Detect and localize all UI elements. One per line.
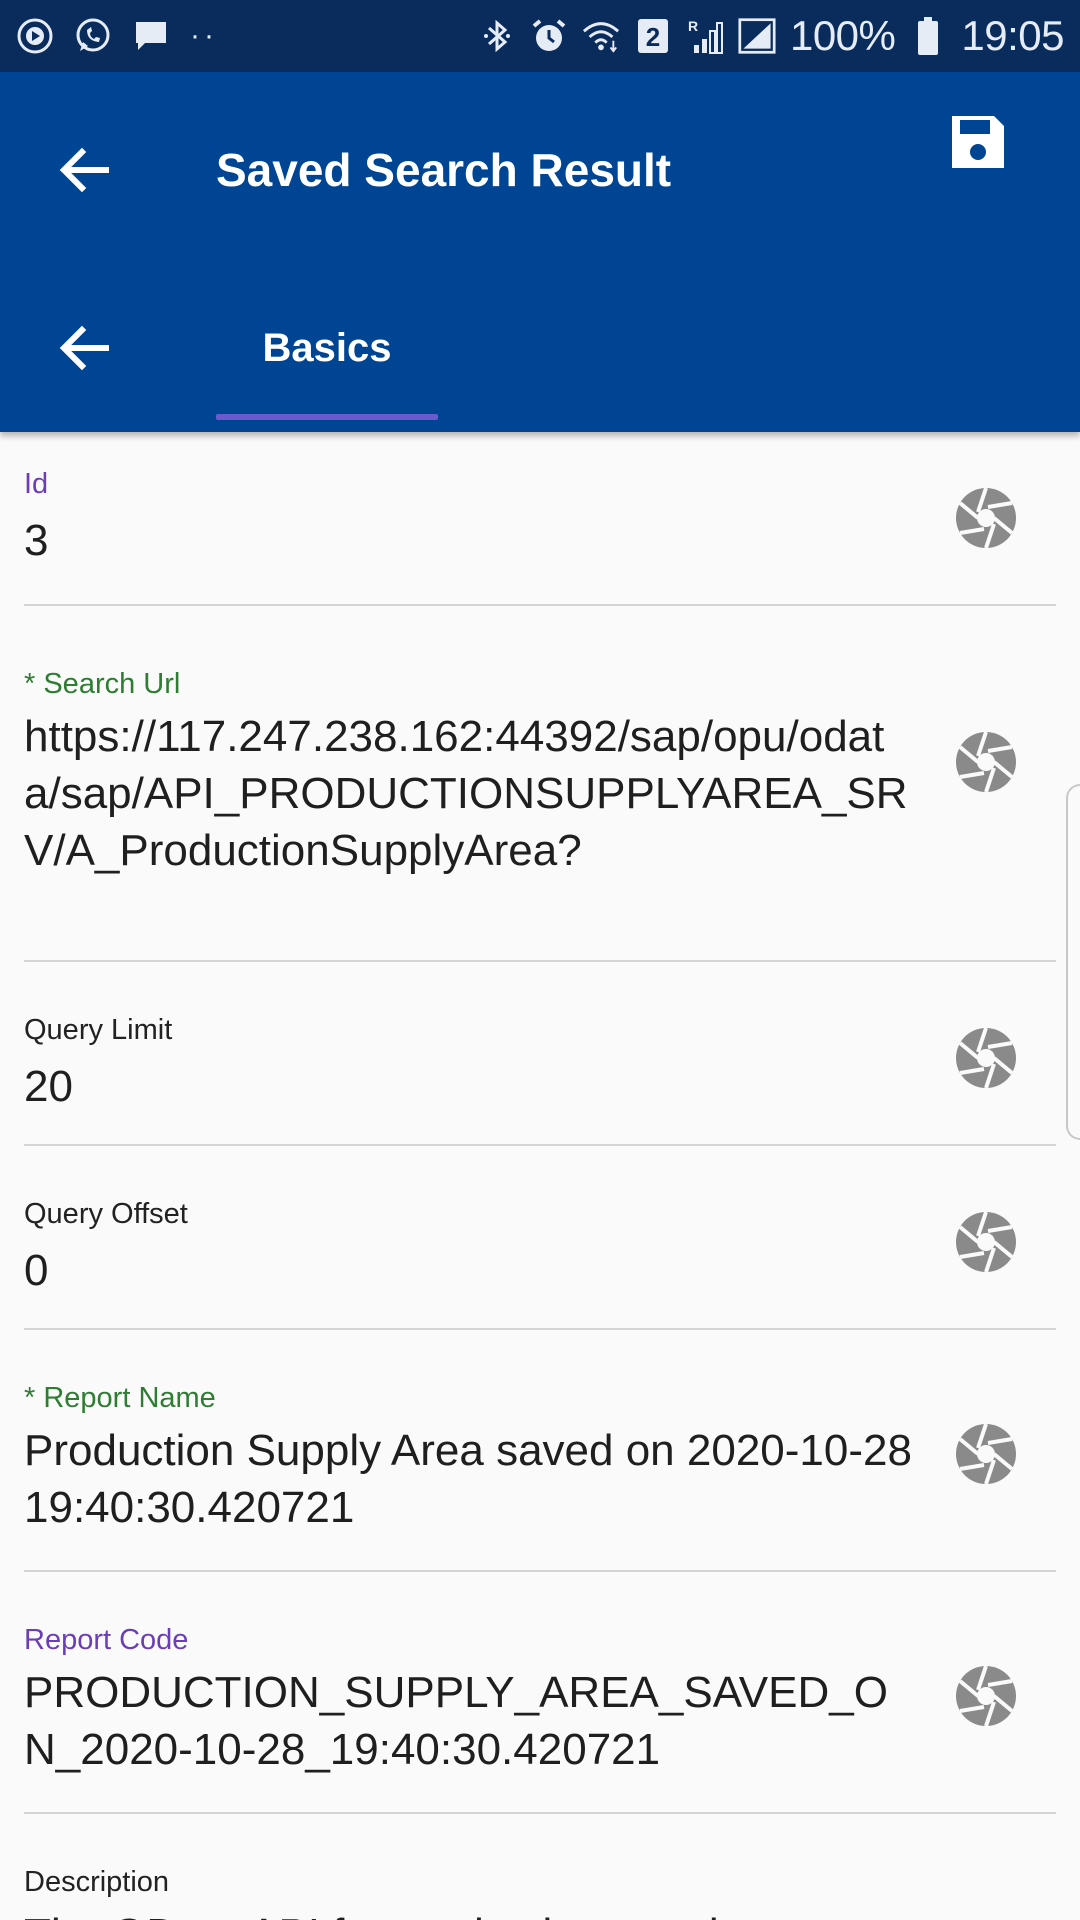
- field-label: * Search Url: [24, 668, 181, 700]
- field-value: Production Supply Area saved on 2020-10-…: [24, 1426, 912, 1532]
- tab-active-indicator: [216, 414, 438, 420]
- tab-basics-label: Basics: [262, 326, 392, 370]
- field-value: 20: [24, 1062, 73, 1111]
- wifi-icon: [582, 17, 620, 55]
- floppy-save-icon: [952, 116, 1004, 168]
- aperture-icon[interactable]: [956, 1028, 1016, 1088]
- roaming-signal-icon: R: [686, 17, 724, 55]
- field-label: Description: [24, 1866, 170, 1898]
- battery-icon: [909, 17, 947, 55]
- field-label: * Report Name: [24, 1382, 216, 1414]
- aperture-icon[interactable]: [956, 488, 1016, 548]
- save-button[interactable]: [948, 112, 1008, 172]
- message-icon: [132, 17, 170, 55]
- field-value: The OData API for production supply area: [24, 1906, 914, 1920]
- battery-percent: 100%: [789, 12, 896, 59]
- status-bar: ·· 2 R 100% 19:05: [0, 0, 1080, 72]
- field-report-name[interactable]: * Report Name Production Supply Area sav…: [24, 1330, 1056, 1572]
- alarm-icon: [530, 17, 568, 55]
- page-title: Saved Search Result: [216, 144, 672, 196]
- whatsapp-icon: [74, 17, 112, 55]
- signal-icon: [738, 17, 776, 55]
- tab-back-button[interactable]: [52, 316, 116, 380]
- field-label: Query Limit: [24, 1014, 173, 1046]
- field-value: https://117.247.238.162:44392/sap/opu/od…: [24, 712, 908, 875]
- more-dots-icon: ··: [190, 19, 218, 52]
- field-value: 3: [24, 516, 49, 565]
- field-report-code[interactable]: Report Code PRODUCTION_SUPPLY_AREA_SAVED…: [24, 1572, 1056, 1814]
- field-label: Query Offset: [24, 1198, 188, 1230]
- field-label: Report Code: [24, 1624, 189, 1656]
- svg-text:2: 2: [646, 22, 660, 52]
- bluetooth-icon: [478, 17, 516, 55]
- field-value: PRODUCTION_SUPPLY_AREA_SAVED_ON_2020-10-…: [24, 1668, 888, 1774]
- aperture-icon[interactable]: [956, 732, 1016, 792]
- field-search-url[interactable]: * Search Url https://117.247.238.162:443…: [24, 606, 1056, 962]
- field-id[interactable]: Id 3: [24, 432, 1056, 606]
- field-description[interactable]: Description The OData API for production…: [24, 1814, 1056, 1920]
- tab-basics[interactable]: Basics: [216, 264, 438, 432]
- aperture-icon[interactable]: [956, 1212, 1016, 1272]
- scroll-handle[interactable]: [1066, 784, 1080, 1140]
- form-content[interactable]: Id 3 * Search Url https://117.247.238.16…: [0, 432, 1080, 1920]
- play-circle-icon: [16, 17, 54, 55]
- back-button[interactable]: [52, 138, 116, 202]
- field-label: Id: [24, 468, 49, 500]
- aperture-icon[interactable]: [956, 1666, 1016, 1726]
- tab-bar: Basics: [0, 264, 1080, 432]
- sim-2-icon: 2: [634, 17, 672, 55]
- field-value: 0: [24, 1246, 49, 1295]
- field-query-limit[interactable]: Query Limit 20: [24, 962, 1056, 1146]
- arrow-left-icon: [59, 325, 109, 371]
- arrow-left-icon: [59, 147, 109, 193]
- aperture-icon[interactable]: [956, 1424, 1016, 1484]
- clock: 19:05: [961, 12, 1064, 59]
- app-bar: Saved Search Result: [0, 72, 1080, 264]
- field-query-offset[interactable]: Query Offset 0: [24, 1146, 1056, 1330]
- svg-text:R: R: [688, 18, 698, 34]
